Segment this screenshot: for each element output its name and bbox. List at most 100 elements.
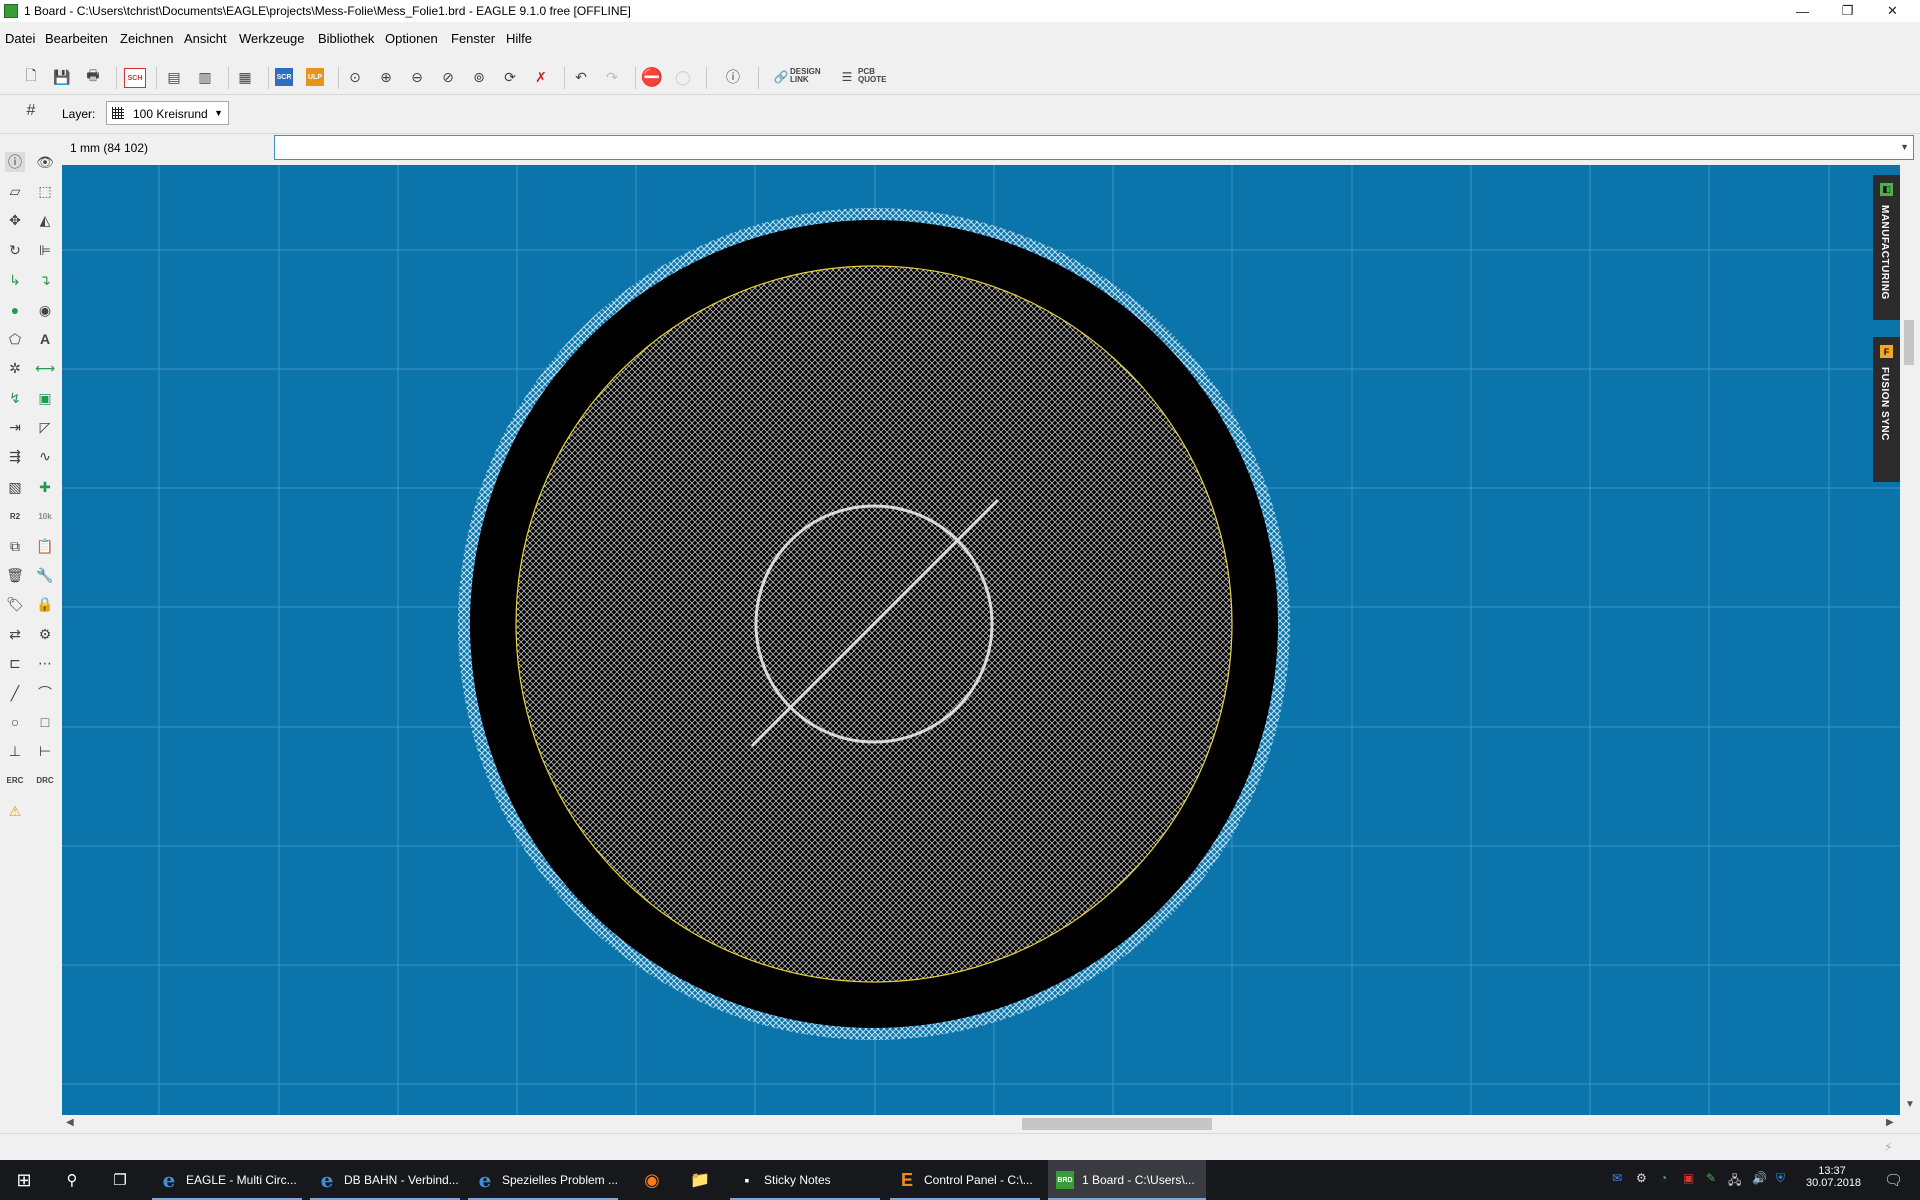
autorouter-icon[interactable]: ↯ <box>5 388 25 408</box>
taskbar-item-spezielles-problem[interactable]: e Spezielles Problem ... <box>468 1160 618 1200</box>
menu-werkzeuge[interactable]: Werkzeuge <box>239 31 305 46</box>
rectangle-tool-icon[interactable]: □ <box>35 712 55 732</box>
firefox-icon[interactable]: ◉ <box>628 1160 676 1200</box>
value-tool-icon[interactable]: 10k <box>35 506 55 526</box>
menu-bearbeiten[interactable]: Bearbeiten <box>45 31 108 46</box>
help-icon[interactable]: ⓘ <box>724 68 742 86</box>
split-tool-icon[interactable]: ⋯ <box>35 653 55 673</box>
undo-icon[interactable]: ↶ <box>572 68 590 86</box>
group-tool-icon[interactable]: ⊏ <box>5 653 25 673</box>
menu-bibliothek[interactable]: Bibliothek <box>318 31 374 46</box>
ratsnest-icon[interactable]: ✗ <box>532 68 550 86</box>
menu-zeichnen[interactable]: Zeichnen <box>120 31 173 46</box>
add-tool-icon[interactable]: ✚ <box>35 477 55 497</box>
copy-tool-icon[interactable]: ⧉ <box>5 536 25 556</box>
minimize-button[interactable]: — <box>1780 0 1825 22</box>
horizontal-scrollbar[interactable]: ◀ ▶ <box>62 1115 1900 1133</box>
measure-tool-icon[interactable]: ⊢ <box>35 741 55 761</box>
align-tool-icon[interactable]: ⊫ <box>35 240 55 260</box>
arc-tool-icon[interactable]: ⌒ <box>35 683 55 703</box>
file-explorer-icon[interactable]: 📁 <box>676 1160 724 1200</box>
search-icon[interactable]: ⚲ <box>48 1160 96 1200</box>
fusion-sync-panel-tab[interactable]: F FUSION SYNC <box>1873 337 1900 482</box>
command-history-dropdown-icon[interactable]: ▼ <box>1900 142 1909 152</box>
scroll-left-icon[interactable]: ◀ <box>66 1117 74 1128</box>
scroll-down-icon[interactable]: ▼ <box>1905 1099 1915 1110</box>
change-tool-icon[interactable]: 🔧 <box>35 565 55 585</box>
line-tool-icon[interactable]: ╱ <box>5 683 25 703</box>
zoom-fit-icon[interactable]: ⊙ <box>346 68 364 86</box>
text-tool-icon[interactable]: A <box>35 329 55 349</box>
menu-ansicht[interactable]: Ansicht <box>184 31 227 46</box>
board-canvas[interactable] <box>62 165 1900 1115</box>
via-tool-icon[interactable]: ● <box>5 300 25 320</box>
grid-icon[interactable]: # <box>22 102 40 120</box>
command-input[interactable] <box>279 137 1883 160</box>
circle-tool-icon[interactable]: ○ <box>5 712 25 732</box>
zoom-out-icon[interactable]: ⊖ <box>408 68 426 86</box>
add-part-icon[interactable]: ▧ <box>5 477 25 497</box>
slice-tool-icon[interactable]: ◸ <box>35 417 55 437</box>
export-icon[interactable]: ▥ <box>196 68 214 86</box>
design-link-button[interactable]: DESIGN LINK <box>790 68 821 84</box>
signal-tool-icon[interactable]: ✲ <box>5 358 25 378</box>
meander-tool-icon[interactable]: ∿ <box>35 446 55 466</box>
library-icon[interactable]: ▦ <box>236 68 254 86</box>
erc-tool-icon[interactable]: ERC <box>5 770 25 790</box>
name-tool-icon[interactable]: R2 <box>5 506 25 526</box>
new-file-icon[interactable]: 🗋 <box>22 67 40 86</box>
taskbar-item-eagle-multi[interactable]: e EAGLE - Multi Circ... <box>152 1160 302 1200</box>
clock[interactable]: 13:37 30.07.2018 <box>1806 1165 1861 1189</box>
tray-icon-1[interactable]: ⚙ <box>1636 1171 1647 1185</box>
smash-tool-icon[interactable]: ⚙ <box>35 624 55 644</box>
info-tool-icon[interactable]: ⓘ <box>5 152 25 172</box>
layer-select[interactable]: 100 Kreisrund ▼ <box>106 101 229 125</box>
mirror-tool-icon[interactable]: ◭ <box>35 210 55 230</box>
redo-icon[interactable]: ↷ <box>603 68 621 86</box>
layers-tool-icon[interactable]: ▱ <box>5 181 25 201</box>
go-icon[interactable]: ◯ <box>674 68 692 86</box>
differential-pair-icon[interactable]: ⇶ <box>5 446 25 466</box>
redraw-icon[interactable]: ⟳ <box>501 68 519 86</box>
ulp-button[interactable]: ULP <box>306 68 324 86</box>
move-tool-icon[interactable]: ✥ <box>5 210 25 230</box>
save-icon[interactable]: 💾 <box>53 68 71 86</box>
volume-icon[interactable]: 🔊 <box>1752 1171 1767 1185</box>
restore-button[interactable]: ❐ <box>1825 0 1870 22</box>
zoom-area-icon[interactable]: ⊚ <box>470 68 488 86</box>
tray-icon-2[interactable]: ◔ <box>1660 1171 1667 1185</box>
outlook-tray-icon[interactable]: ✉ <box>1612 1171 1622 1185</box>
schematic-button[interactable]: SCH <box>124 68 146 88</box>
fanout-tool-icon[interactable]: ⇥ <box>5 417 25 437</box>
security-icon[interactable]: ⛨ <box>1776 1171 1785 1186</box>
warning-icon[interactable]: ⚠ <box>5 801 25 821</box>
dimension-tool-icon[interactable]: ⊥ <box>5 741 25 761</box>
replace-tool-icon[interactable]: ⇄ <box>5 624 25 644</box>
ripup-tool-icon[interactable]: ↴ <box>35 270 55 290</box>
horizontal-scroll-thumb[interactable] <box>1022 1118 1212 1130</box>
vertical-scrollbar[interactable]: ▼ <box>1900 165 1920 1115</box>
taskbar-item-db-bahn[interactable]: e DB BAHN - Verbind... <box>310 1160 460 1200</box>
drc-tool-icon[interactable]: DRC <box>35 770 55 790</box>
cam-icon[interactable]: ▤ <box>165 68 183 86</box>
mark-tool-icon[interactable]: ⬚ <box>35 181 55 201</box>
stop-icon[interactable]: ⛔ <box>641 67 663 87</box>
notifications-icon[interactable]: 🗨 <box>1884 1171 1903 1189</box>
taskbar-item-board[interactable]: BRD 1 Board - C:\Users\... <box>1048 1160 1206 1200</box>
paste-tool-icon[interactable]: 📋 <box>35 536 55 556</box>
wire-tool-icon[interactable]: ⟷ <box>35 358 55 378</box>
polygon-tool-icon[interactable]: ⬠ <box>5 329 25 349</box>
tray-icon-4[interactable]: ✎ <box>1706 1171 1716 1185</box>
attribute-tool-icon[interactable]: 🏷 <box>5 594 25 614</box>
zoom-in-icon[interactable]: ⊕ <box>377 68 395 86</box>
print-icon[interactable]: 🖶 <box>84 67 102 86</box>
menu-hilfe[interactable]: Hilfe <box>506 31 532 46</box>
taskbar-item-control-panel[interactable]: E Control Panel - C:\... <box>890 1160 1040 1200</box>
manufacturing-panel-tab[interactable]: ◧ MANUFACTURING <box>1873 175 1900 320</box>
delete-tool-icon[interactable]: 🗑 <box>5 565 25 585</box>
menu-optionen[interactable]: Optionen <box>385 31 438 46</box>
start-windows-icon[interactable]: ⊞ <box>0 1160 48 1200</box>
network-icon[interactable]: 🖧 <box>1728 1171 1741 1192</box>
route-tool-icon[interactable]: ↳ <box>5 270 25 290</box>
lock-tool-icon[interactable]: 🔒 <box>35 594 55 614</box>
